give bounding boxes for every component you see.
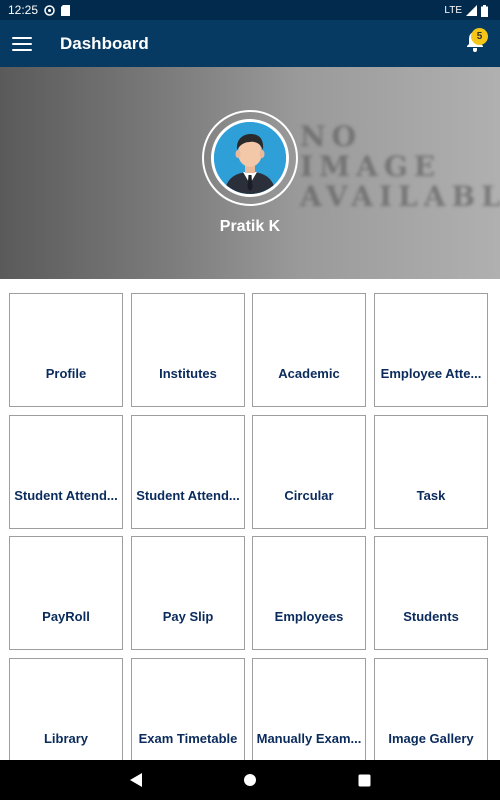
app-bar: Dashboard 5: [0, 20, 500, 67]
recents-button[interactable]: [352, 768, 376, 792]
tile-label: Profile: [45, 366, 87, 381]
tile-employees[interactable]: Employees: [252, 536, 366, 650]
tile-label: Exam Timetable: [138, 731, 238, 746]
tile-label: Academic: [278, 366, 340, 381]
tile-library[interactable]: Library: [9, 658, 123, 760]
tile-exam-timetable[interactable]: Exam Timetable: [131, 658, 245, 760]
tile-institutes[interactable]: Institutes: [131, 293, 245, 407]
status-bar: 12:25 LTE: [0, 0, 500, 20]
back-icon: [130, 773, 142, 787]
tile-label: Employees: [274, 609, 344, 624]
tile-pay-slip[interactable]: Pay Slip: [131, 536, 245, 650]
tile-label: Pay Slip: [162, 609, 214, 624]
tile-label: Task: [416, 488, 446, 503]
sync-icon: [44, 4, 55, 16]
tile-student-attendance-1[interactable]: Student Attend...: [9, 415, 123, 529]
tile-label: Circular: [284, 488, 334, 503]
menu-button[interactable]: [0, 20, 44, 67]
sd-card-icon: [61, 4, 72, 16]
notification-badge: 5: [471, 28, 488, 45]
status-time: 12:25: [8, 3, 39, 17]
avatar-ring[interactable]: [202, 110, 298, 206]
tile-label: Library: [43, 731, 89, 746]
notifications-button[interactable]: 5: [458, 26, 492, 60]
tile-label: PayRoll: [42, 609, 90, 624]
home-icon: [244, 774, 256, 786]
tile-label: Institutes: [159, 366, 217, 381]
user-name: Pratik K: [219, 218, 281, 235]
no-image-watermark: NO IMAGE AVAILABLE: [300, 120, 500, 213]
tile-profile[interactable]: Profile: [9, 293, 123, 407]
network-type: LTE: [444, 4, 462, 16]
tile-students[interactable]: Students: [374, 536, 488, 650]
tile-label: Student Attend...: [136, 488, 240, 503]
tile-academic[interactable]: Academic: [252, 293, 366, 407]
tile-task[interactable]: Task: [374, 415, 488, 529]
tile-student-attendance-2[interactable]: Student Attend...: [131, 415, 245, 529]
tile-label: Student Attend...: [14, 488, 118, 503]
page-title: Dashboard: [60, 33, 149, 53]
tile-label: Manually Exam...: [256, 731, 362, 746]
tile-employee-attendance[interactable]: Employee Atte...: [374, 293, 488, 407]
back-button[interactable]: [124, 768, 148, 792]
recents-icon: [358, 774, 370, 786]
tile-image-gallery[interactable]: Image Gallery: [374, 658, 488, 760]
dashboard-grid: Profile Institutes Academic Employee Att…: [0, 279, 500, 760]
user-avatar-icon: [214, 122, 286, 194]
avatar: [211, 119, 289, 197]
hamburger-icon: [12, 36, 32, 51]
tile-label: Employee Atte...: [380, 366, 482, 381]
profile-banner: NO IMAGE AVAILABLE Pratik K: [0, 67, 500, 279]
tile-manually-exam[interactable]: Manually Exam...: [252, 658, 366, 760]
system-nav-bar: [0, 760, 500, 800]
home-button[interactable]: [238, 768, 262, 792]
tile-circular[interactable]: Circular: [252, 415, 366, 529]
tile-label: Students: [403, 609, 459, 624]
battery-icon: [481, 4, 492, 17]
tile-payroll[interactable]: PayRoll: [9, 536, 123, 650]
tile-label: Image Gallery: [388, 731, 474, 746]
signal-icon: [466, 4, 477, 16]
